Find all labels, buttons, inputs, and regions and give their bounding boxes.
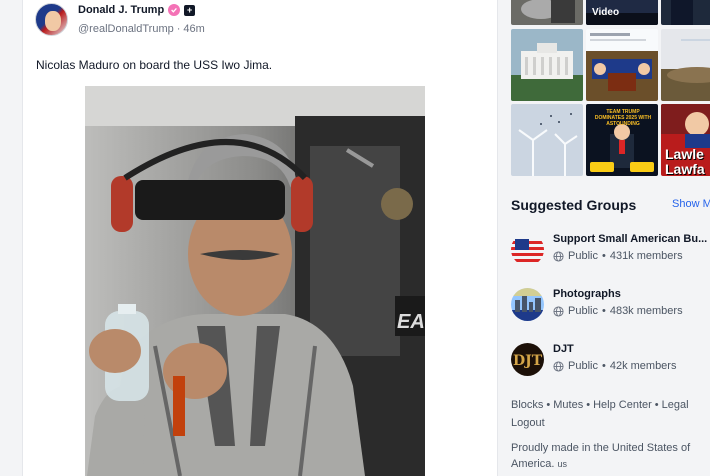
footer-link-blocks[interactable]: Blocks (511, 399, 543, 411)
video-label: Video (592, 7, 620, 18)
post-time[interactable]: 46m (183, 23, 204, 35)
group-item[interactable]: DJT DJT Public • 42k members (511, 343, 710, 379)
group-avatar-djt[interactable]: DJT (511, 343, 544, 376)
suggested-groups-title: Suggested Groups (511, 197, 637, 213)
group-meta: Public • 483k members (553, 305, 683, 317)
globe-icon (553, 360, 564, 372)
footer-links: Blocks • Mutes • Help Center • Legal Logout (511, 399, 689, 429)
group-meta: Public • 42k members (553, 360, 676, 372)
group-avatar-city[interactable] (511, 288, 544, 321)
author-avatar[interactable] (35, 3, 68, 36)
globe-icon (553, 250, 564, 262)
verified-icon (168, 4, 181, 16)
media-tile-whitehouse[interactable] (511, 29, 583, 101)
footer-credit: Proudly made in the United States of Ame… (511, 440, 710, 472)
handle-row: @realDonaldTrump · 46m (78, 23, 205, 35)
headline-text: TEAM TRUMP DOMINATES 2025 WITH ASTOUNDIN… (594, 109, 652, 127)
media-tile-windmills[interactable] (511, 104, 583, 176)
globe-icon (553, 305, 564, 317)
group-meta: Public • 431k members (553, 250, 683, 262)
media-tile-3[interactable] (661, 0, 710, 25)
group-visibility: Public (568, 250, 598, 262)
media-tile-video[interactable]: Video (586, 0, 658, 25)
post-text: Nicolas Maduro on board the USS Iwo Jima… (36, 58, 273, 72)
credit-suffix: us (557, 459, 567, 469)
feed-column: Donald J. Trump + @realDonaldTrump · 46m… (22, 0, 498, 476)
post-image[interactable]: EA (85, 86, 425, 476)
author-handle[interactable]: @realDonaldTrump (78, 23, 174, 35)
plus-badge-icon: + (184, 4, 196, 16)
svg-text:EA: EA (397, 311, 425, 333)
media-tile-headline[interactable]: TEAM TRUMP DOMINATES 2025 WITH ASTOUNDIN… (586, 104, 658, 176)
footer-link-logout[interactable]: Logout (511, 417, 545, 429)
group-members: 42k members (609, 360, 677, 372)
footer-link-legal[interactable]: Legal (662, 399, 689, 411)
footer-link-mutes[interactable]: Mutes (553, 399, 583, 411)
group-name[interactable]: Support Small American Bu... (553, 233, 710, 245)
group-avatar-flag[interactable] (511, 233, 544, 266)
group-item[interactable]: Support Small American Bu... Public • 43… (511, 233, 710, 269)
lawless-text-2: Lawfa (665, 161, 705, 176)
author-name-row: Donald J. Trump + (78, 4, 196, 16)
media-tile-1[interactable] (511, 0, 583, 25)
media-tile-oval-office[interactable] (586, 29, 658, 101)
show-more-link[interactable]: Show M (672, 198, 710, 210)
credit-text: Proudly made in the United States of Ame… (511, 442, 691, 470)
group-visibility: Public (568, 360, 598, 372)
author-name[interactable]: Donald J. Trump (78, 4, 164, 16)
separator-dot: · (176, 23, 181, 35)
group-members: 483k members (609, 305, 683, 317)
group-item[interactable]: Photographs Public • 483k members (511, 288, 710, 324)
group-members: 431k members (609, 250, 683, 262)
svg-text:DJT: DJT (513, 353, 543, 369)
right-sidebar: Video TEAM TRUMP DOMINATES 2025 WITH AST… (511, 0, 710, 476)
media-tile-lawless[interactable]: Lawle Lawfa (661, 104, 710, 176)
media-tile-landscape[interactable] (661, 29, 710, 101)
group-name[interactable]: DJT (553, 343, 710, 355)
group-visibility: Public (568, 305, 598, 317)
lawless-text-1: Lawle (665, 146, 704, 162)
footer-link-help-center[interactable]: Help Center (593, 399, 652, 411)
group-name[interactable]: Photographs (553, 288, 710, 300)
